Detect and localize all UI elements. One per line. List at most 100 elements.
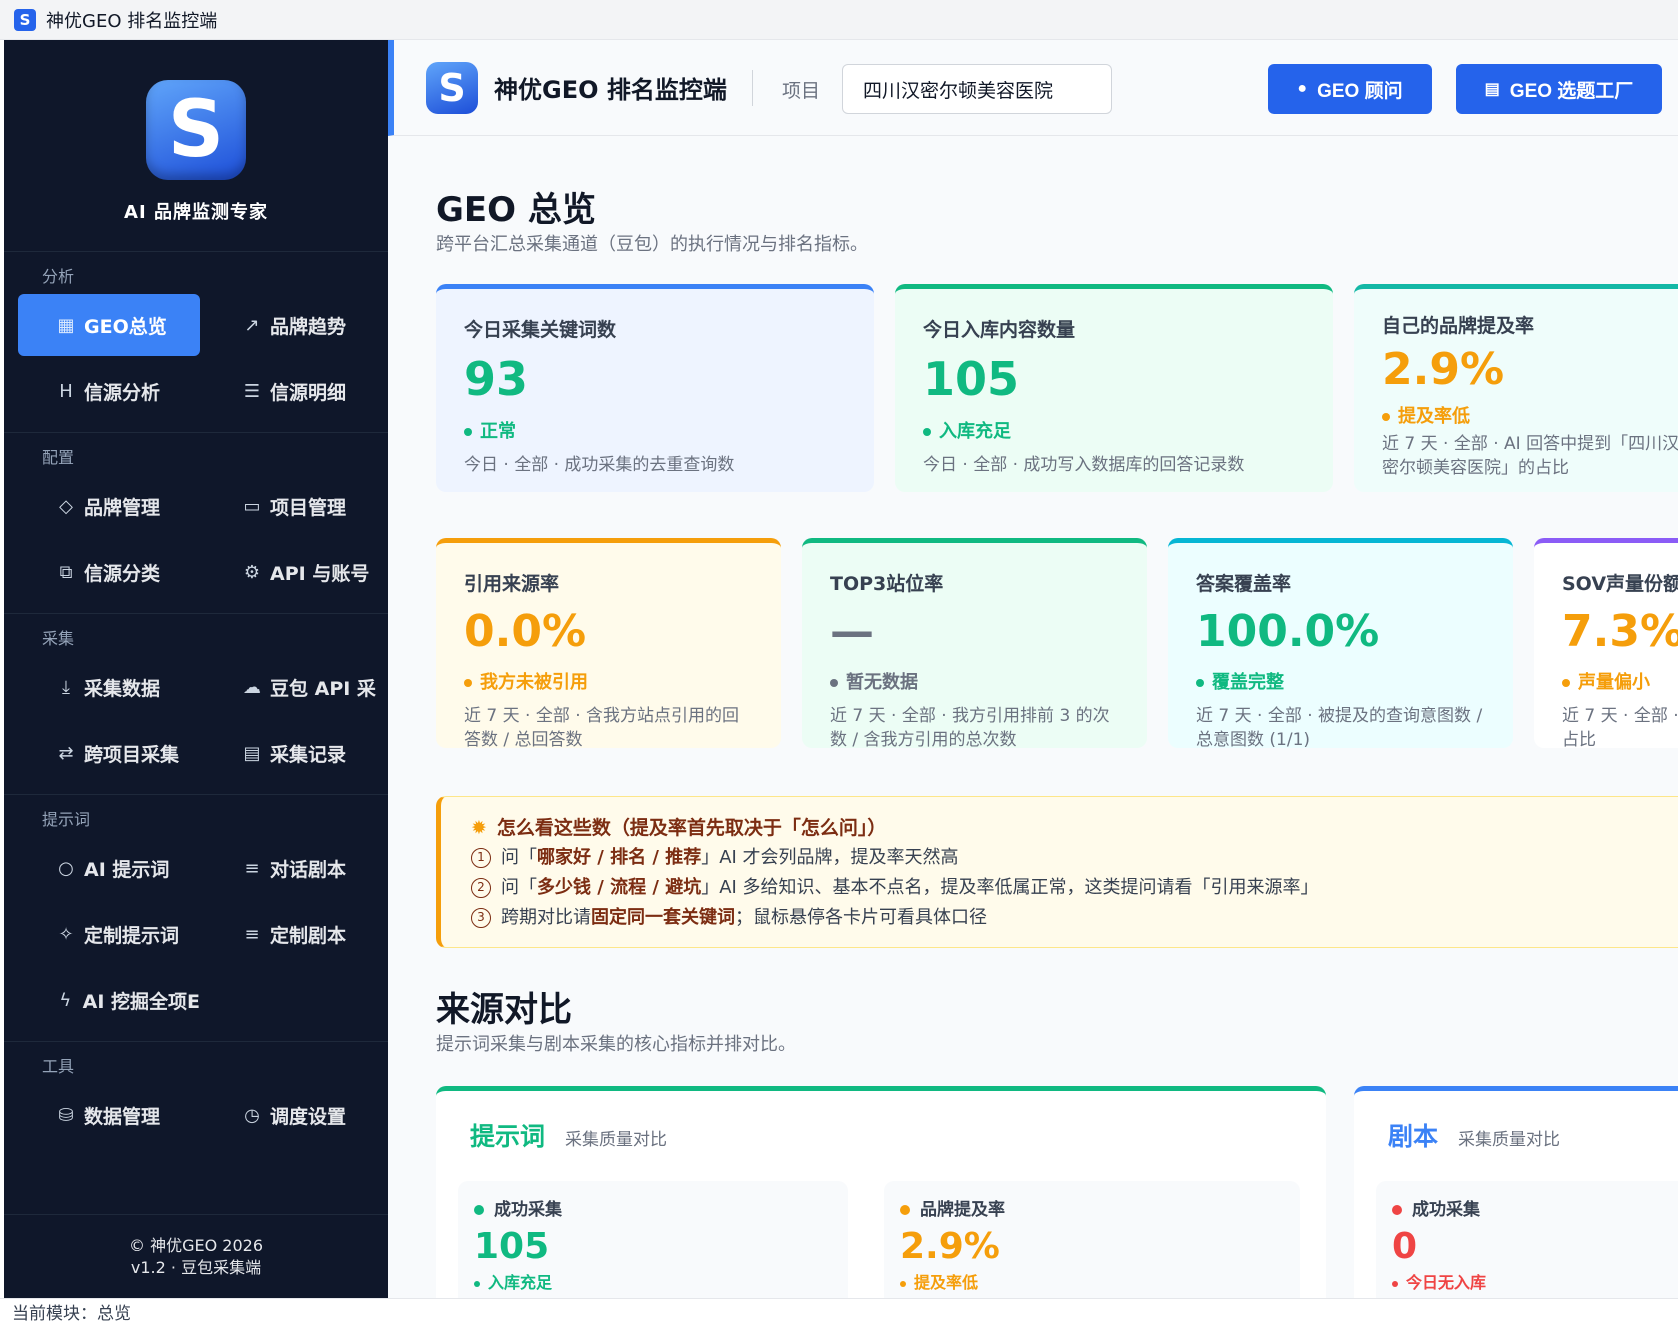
sidebar-item-brand-management[interactable]: ◇ 品牌管理 [18, 475, 200, 537]
download-icon: ⤓ [62, 676, 70, 698]
kpi-status: 提及率低 [1382, 402, 1678, 428]
geo-topic-factory-button[interactable]: ▤ GEO 选题工厂 [1456, 64, 1662, 114]
sparkle-icon: ✧ [58, 923, 74, 945]
sidebar-item-label: 采集记录 [270, 743, 347, 766]
kpi-value: 0.0% [464, 606, 587, 657]
trend-icon: ↗ [244, 314, 260, 336]
kpi-card-sov-share[interactable]: SOV声量份额 7.3% 声量偏小 近 7 天 · 全部 · 全部品牌提及中我方… [1534, 538, 1678, 750]
kpi-card-stored-content[interactable]: 今日入库内容数量 105 入库充足 今日 · 全部 · 成功写入数据库的回答记录… [895, 284, 1333, 492]
sidebar-item-label: 定制剧本 [270, 924, 347, 947]
window-titlebar: S 神优GEO 排名监控端 [0, 0, 1678, 40]
sidebar-item-label: 信源明细 [270, 381, 347, 404]
kpi-card-citation-rate[interactable]: 引用来源率 0.0% 我方未被引用 近 7 天 · 全部 · 含我方站点引用的回… [436, 538, 781, 750]
sidebar-item-label: AI 提示词 [84, 858, 170, 881]
project-select[interactable] [842, 64, 1112, 114]
sidebar-item-geo-overview[interactable]: ▦ GEO总览 [18, 294, 200, 356]
status-dot [900, 1205, 910, 1215]
section-title: 提示词 [42, 810, 91, 829]
kpi-label: 自己的品牌提及率 [1382, 315, 1535, 337]
kpi-value: 100.0% [1196, 606, 1380, 657]
kpi-label: 引用来源率 [464, 573, 560, 595]
sidebar-item-collect-data[interactable]: ⤓ 采集数据 [18, 656, 200, 718]
sidebar-item-brand-trend[interactable]: ↗ 品牌趋势 [204, 294, 386, 356]
circled-number-1: 1 [471, 848, 491, 868]
sidebar-item-ai-prompts[interactable]: ○ AI 提示词 [18, 837, 200, 899]
sidebar-item-label: 调度设置 [270, 1105, 347, 1128]
copyright-text: © 神优GEO 2026 [129, 1235, 263, 1255]
circled-number-2: 2 [471, 878, 491, 898]
section-title: 分析 [42, 267, 75, 286]
brand-tagline: AI 品牌监测专家 [124, 202, 268, 223]
sidebar-item-source-category[interactable]: ⧉ 信源分类 [18, 541, 200, 603]
tips-title: ✹ 怎么看这些数（提及率首先取决于「怎么问」） [471, 817, 887, 839]
kpi-description: 近 7 天 · 全部 · AI 回答中提到「四川汉密尔顿美容医院」的占比 [1382, 434, 1678, 479]
metric-status: 提及率低 [900, 1269, 1284, 1293]
sidebar-item-cross-project[interactable]: ⇄ 跨项目采集 [18, 722, 200, 784]
swap-icon: ⇄ [58, 742, 74, 764]
metric-prompt-mention-rate[interactable]: 品牌提及率 2.9% 提及率低 [884, 1181, 1300, 1298]
clock-icon: ◷ [244, 1104, 260, 1126]
folder-icon: ▭ [243, 495, 261, 517]
sidebar-item-label: 跨项目采集 [84, 743, 180, 766]
tips-line-2: 2 问「多少钱 / 流程 / 避坑」AI 多给知识、基本不点名，提及率低属正常，这… [471, 876, 1665, 900]
section-title: 采集 [42, 629, 75, 648]
sidebar-item-source-detail[interactable]: ☰ 信源明细 [204, 360, 386, 422]
metric-status: 今日无入库 [1392, 1269, 1678, 1293]
metric-value: 2.9% [900, 1226, 1000, 1267]
project-label: 项目 [782, 80, 821, 102]
status-dot [1562, 679, 1570, 688]
sidebar-item-custom-scripts[interactable]: ≡ 定制剧本 [204, 903, 386, 965]
metric-script-success[interactable]: 成功采集 0 今日无入库 [1376, 1181, 1678, 1298]
section-title: 配置 [42, 448, 75, 467]
kpi-status: 我方未被引用 [464, 668, 753, 694]
kpi-value: 2.9% [1382, 344, 1505, 395]
metric-label: 成功采集 [1392, 1195, 1678, 1220]
sidebar-item-label: 数据管理 [84, 1105, 161, 1128]
sidebar-item-label: 项目管理 [270, 496, 347, 519]
status-dot [830, 679, 838, 688]
sidebar-item-label: 品牌趋势 [270, 315, 347, 338]
sidebar-section-analysis: 分析 ▦ GEO总览 ↗ 品牌趋势 H 信源分析 ☰ 信源明细 [4, 252, 388, 433]
sidebar-item-label: 品牌管理 [84, 496, 161, 519]
kpi-card-keywords[interactable]: 今日采集关键词数 93 正常 今日 · 全部 · 成功采集的去重查询数 [436, 284, 874, 492]
geo-advisor-button[interactable]: ● GEO 顾问 [1268, 64, 1432, 114]
metric-status: 入库充足 [474, 1269, 832, 1293]
grid-icon: ▦ [57, 314, 75, 336]
sidebar-item-api-account[interactable]: ⚙ API 与账号 [204, 541, 386, 603]
sidebar-brand: S AI 品牌监测专家 [4, 40, 388, 252]
memo-icon: ▤ [1484, 81, 1500, 98]
sidebar-footer: © 神优GEO 2026 v1.2 · 豆包采集端 [4, 1214, 388, 1298]
sidebar-section-prompts: 提示词 ○ AI 提示词 ≡ 对话剧本 ✧ 定制提示词 ≡ 定制剧本 ϟ AI 挖掘全项E [4, 795, 388, 1042]
panel-subtitle: 采集质量对比 [565, 1130, 668, 1150]
kpi-label: 今日入库内容数量 [923, 319, 1076, 341]
sidebar-item-custom-prompts[interactable]: ✧ 定制提示词 [18, 903, 200, 965]
circled-number-3: 3 [471, 908, 491, 928]
kpi-card-top3-rate[interactable]: TOP3站位率 — 暂无数据 近 7 天 · 全部 · 我方引用排前 3 的次数… [802, 538, 1147, 750]
status-dot [1382, 413, 1390, 422]
script-icon: ≡ [244, 857, 260, 879]
sidebar-item-dialog-scripts[interactable]: ≡ 对话剧本 [204, 837, 386, 899]
kpi-description: 近 7 天 · 全部 · 被提及的查询意图数 / 总意图数 (1/1) [1196, 706, 1483, 751]
metric-prompt-success[interactable]: 成功采集 105 入库充足 [458, 1181, 848, 1298]
status-dot [1392, 1280, 1398, 1287]
bolt-icon: ϟ [59, 989, 72, 1011]
kpi-card-answer-coverage[interactable]: 答案覆盖率 100.0% 覆盖完整 近 7 天 · 全部 · 被提及的查询意图数… [1168, 538, 1513, 750]
metric-value: 0 [1392, 1226, 1418, 1267]
kpi-card-brand-mention[interactable]: 自己的品牌提及率 2.9% 提及率低 近 7 天 · 全部 · AI 回答中提到… [1354, 284, 1678, 492]
sidebar-item-label: 豆包 API 采 [270, 677, 376, 700]
section-title: 工具 [42, 1057, 75, 1076]
sidebar-item-collect-records[interactable]: ▤ 采集记录 [204, 722, 386, 784]
gear-icon: ⚙ [243, 561, 261, 583]
sidebar-item-data-management[interactable]: ⛁ 数据管理 [18, 1084, 200, 1146]
sidebar-item-label: 采集数据 [84, 677, 161, 700]
tag-icon: ◇ [59, 495, 73, 517]
sidebar-item-doubao-api[interactable]: ☁ 豆包 API 采 [204, 656, 386, 718]
sidebar-item-project-management[interactable]: ▭ 项目管理 [204, 475, 386, 537]
sidebar-item-ai-mining[interactable]: ϟ AI 挖掘全项E [18, 969, 200, 1031]
panel-subtitle: 采集质量对比 [1458, 1130, 1561, 1150]
status-dot [474, 1280, 480, 1287]
sidebar-item-schedule-settings[interactable]: ◷ 调度设置 [204, 1084, 386, 1146]
status-dot [474, 1205, 484, 1215]
sidebar-item-source-analysis[interactable]: H 信源分析 [18, 360, 200, 422]
page-subtitle: 跨平台汇总采集通道（豆包）的执行情况与排名指标。 [436, 234, 868, 255]
